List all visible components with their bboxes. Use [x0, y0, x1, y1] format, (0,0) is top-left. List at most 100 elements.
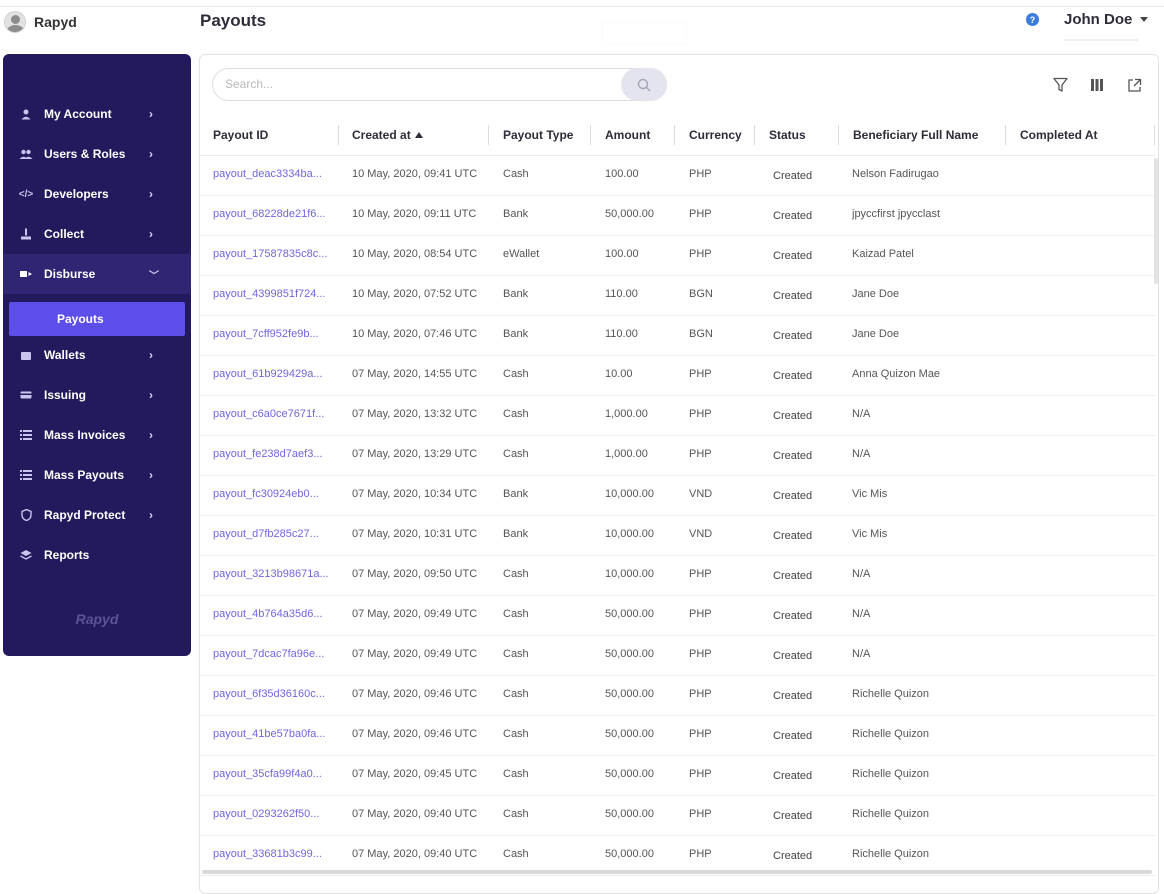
horizontal-scrollbar[interactable] — [202, 870, 1152, 874]
column-separator[interactable] — [338, 125, 339, 145]
amount-cell: 10,000.00 — [605, 568, 654, 580]
column-separator[interactable] — [754, 125, 755, 145]
column-separator[interactable] — [488, 125, 489, 145]
table-row[interactable]: payout_61b929429a... 07 May, 2020, 14:55 … — [200, 356, 1156, 396]
column-separator[interactable] — [1154, 125, 1155, 145]
payout-id-link[interactable]: payout_c6a0ce7671f... — [213, 408, 324, 420]
amount-cell: 50,000.00 — [605, 688, 654, 700]
payout-id-link[interactable]: payout_7cff952fe9b... — [213, 328, 319, 340]
payout-id-link[interactable]: payout_4399851f724... — [213, 288, 326, 300]
payout-id-link[interactable]: payout_33681b3c99... — [213, 848, 322, 860]
sidebar-item-label: My Account — [44, 107, 112, 121]
amount-cell: 50,000.00 — [605, 608, 654, 620]
status-cell: Created — [773, 330, 813, 342]
created-at-cell: 07 May, 2020, 09:49 UTC — [352, 648, 478, 660]
payout-id-link[interactable]: payout_d7fb285c27... — [213, 528, 319, 540]
column-separator[interactable] — [838, 125, 839, 145]
currency-cell: VND — [689, 528, 713, 540]
table-row[interactable]: payout_c6a0ce7671f... 07 May, 2020, 13:32… — [200, 396, 1156, 436]
table-row[interactable]: payout_fc30924eb0... 07 May, 2020, 10:34 … — [200, 476, 1156, 516]
export-button[interactable] — [1125, 76, 1143, 94]
chevron-right-icon: › — [149, 428, 153, 442]
chevron-right-icon: › — [149, 107, 153, 121]
column-header-amount[interactable]: Amount — [605, 128, 650, 142]
beneficiary-name-cell: Nelson Fadirugao — [852, 168, 939, 180]
payout-id-link[interactable]: payout_68228de21f6... — [213, 208, 326, 220]
sidebar-item-mass-payouts[interactable]: Mass Payouts › — [3, 455, 191, 495]
created-at-cell: 10 May, 2020, 08:54 UTC — [352, 248, 478, 260]
status-cell: Created — [773, 290, 813, 302]
amount-cell: 100.00 — [605, 168, 639, 180]
sidebar-item-label: Reports — [44, 548, 90, 562]
search-input[interactable] — [225, 77, 605, 91]
created-at-cell: 10 May, 2020, 09:41 UTC — [352, 168, 478, 180]
amount-cell: 50,000.00 — [605, 808, 654, 820]
chevron-down-icon — [1140, 17, 1149, 22]
sidebar-item-disburse[interactable]: Disburse ﹀ — [3, 254, 191, 294]
table-row[interactable]: payout_17587835c8c... 10 May, 2020, 08:54… — [200, 236, 1156, 276]
search-button[interactable] — [621, 68, 667, 101]
sidebar-item-rapyd-protect[interactable]: Rapyd Protect › — [3, 495, 191, 535]
payout-id-link[interactable]: payout_0293262f50... — [213, 808, 319, 820]
table-row[interactable]: payout_d7fb285c27... 07 May, 2020, 10:31 … — [200, 516, 1156, 556]
table-row[interactable]: payout_35cfa99f4a0... 07 May, 2020, 09:45… — [200, 756, 1156, 796]
mass-invoices-icon — [19, 429, 33, 441]
columns-button[interactable] — [1088, 76, 1106, 94]
payout-id-link[interactable]: payout_4b764a35d6... — [213, 608, 323, 620]
payout-type-cell: Cash — [503, 408, 529, 420]
table-row[interactable]: payout_68228de21f6... 10 May, 2020, 09:11… — [200, 196, 1156, 236]
column-header-created-at[interactable]: Created at — [352, 128, 423, 142]
help-icon[interactable]: ? — [1026, 13, 1039, 26]
vertical-scrollbar[interactable] — [1154, 158, 1158, 284]
payout-id-link[interactable]: payout_35cfa99f4a0... — [213, 768, 322, 780]
table-row[interactable]: payout_deac3334ba... 10 May, 2020, 09:41 … — [200, 156, 1156, 196]
payout-id-link[interactable]: payout_61b929429a... — [213, 368, 323, 380]
avatar[interactable] — [4, 11, 26, 33]
sidebar-item-developers[interactable]: </> Developers › — [3, 174, 191, 214]
column-header-payout-type[interactable]: Payout Type — [503, 128, 573, 142]
payout-id-link[interactable]: payout_6f35d36160c... — [213, 688, 325, 700]
currency-cell: BGN — [689, 288, 713, 300]
user-menu[interactable]: John Doe — [1064, 11, 1149, 28]
table-row[interactable]: payout_7dcac7fa96e... 07 May, 2020, 09:49… — [200, 636, 1156, 676]
sidebar-item-my-account[interactable]: My Account › — [3, 94, 191, 134]
column-header-payout-id[interactable]: Payout ID — [213, 128, 268, 142]
column-header-status[interactable]: Status — [769, 128, 806, 142]
sidebar-item-collect[interactable]: Collect › — [3, 214, 191, 254]
table-row[interactable]: payout_4b764a35d6... 07 May, 2020, 09:49 … — [200, 596, 1156, 636]
table-row[interactable]: payout_0293262f50... 07 May, 2020, 09:40 … — [200, 796, 1156, 836]
sidebar-item-mass-invoices[interactable]: Mass Invoices › — [3, 415, 191, 455]
sidebar-item-users-roles[interactable]: Users & Roles › — [3, 134, 191, 174]
payout-id-link[interactable]: payout_deac3334ba... — [213, 168, 322, 180]
table-row[interactable]: payout_fe238d7aef3... 07 May, 2020, 13:29… — [200, 436, 1156, 476]
payout-id-link[interactable]: payout_fe238d7aef3... — [213, 448, 322, 460]
filter-button[interactable] — [1051, 76, 1069, 94]
column-header-currency[interactable]: Currency — [689, 128, 742, 142]
user-name: John Doe — [1064, 11, 1133, 28]
table-row[interactable]: payout_4399851f724... 10 May, 2020, 07:52… — [200, 276, 1156, 316]
search-bar[interactable] — [212, 68, 667, 101]
table-row[interactable]: payout_3213b98671a... 07 May, 2020, 09:50… — [200, 556, 1156, 596]
payout-id-link[interactable]: payout_fc30924eb0... — [213, 488, 319, 500]
brand[interactable]: Rapyd — [4, 11, 77, 33]
column-separator[interactable] — [1005, 125, 1006, 145]
created-at-cell: 07 May, 2020, 09:46 UTC — [352, 688, 478, 700]
column-header-completed-at[interactable]: Completed At — [1020, 128, 1098, 142]
table-row[interactable]: payout_41be57ba0fa... 07 May, 2020, 09:46… — [200, 716, 1156, 756]
sidebar-subitem-payouts[interactable]: Payouts — [9, 302, 185, 336]
status-cell: Created — [773, 370, 813, 382]
payout-id-link[interactable]: payout_17587835c8c... — [213, 248, 327, 260]
payout-id-link[interactable]: payout_7dcac7fa96e... — [213, 648, 324, 660]
payout-id-link[interactable]: payout_41be57ba0fa... — [213, 728, 326, 740]
payout-id-link[interactable]: payout_3213b98671a... — [213, 568, 329, 580]
column-separator[interactable] — [674, 125, 675, 145]
search-icon — [637, 78, 651, 91]
chevron-right-icon: › — [149, 388, 153, 402]
column-header-beneficiary-full-name[interactable]: Beneficiary Full Name — [853, 128, 978, 142]
sidebar-item-reports[interactable]: Reports — [3, 535, 191, 575]
sidebar-item-wallets[interactable]: Wallets › — [3, 335, 191, 375]
sidebar-item-issuing[interactable]: Issuing › — [3, 375, 191, 415]
table-row[interactable]: payout_6f35d36160c... 07 May, 2020, 09:46… — [200, 676, 1156, 716]
table-row[interactable]: payout_7cff952fe9b... 10 May, 2020, 07:46… — [200, 316, 1156, 356]
column-separator[interactable] — [590, 125, 591, 145]
